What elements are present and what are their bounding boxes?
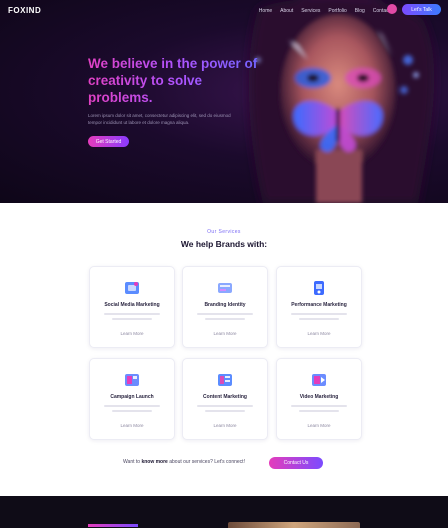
cta-text-before: Want to (123, 459, 141, 465)
service-card-link[interactable]: Learn More (90, 423, 174, 428)
performance-icon (314, 281, 324, 295)
service-card-desc-line (112, 318, 152, 320)
nav-item-home[interactable]: Home (259, 8, 272, 14)
contact-us-button[interactable]: Contact Us (269, 457, 323, 469)
service-card-desc-line (197, 405, 253, 407)
services-section: Our Services We help Brands with: Social… (0, 203, 448, 496)
service-card-desc-line (299, 410, 339, 412)
services-eyebrow: Our Services (207, 229, 241, 235)
service-card-desc-line (104, 405, 160, 407)
nav-item-blog[interactable]: Blog (355, 8, 365, 14)
service-card-desc-line (104, 313, 160, 315)
hero-subtitle: Lorem ipsum dolor sit amet, consectetur … (88, 113, 231, 125)
cta-text-after: about our services? Let's connect! (169, 459, 245, 465)
service-card-desc-line (205, 410, 245, 412)
content-icon (218, 374, 232, 386)
service-card-title: Content Marketing (203, 394, 247, 400)
service-card-desc-line (299, 318, 339, 320)
service-card-link[interactable]: Learn More (183, 331, 267, 336)
service-card-campaign[interactable]: Campaign Launch Learn More (89, 358, 175, 440)
cta-text-bold: know more (141, 459, 168, 465)
service-card-desc-line (205, 318, 245, 320)
service-card-desc-line (291, 313, 347, 315)
service-card-link[interactable]: Learn More (277, 423, 361, 428)
campaign-icon (125, 374, 139, 386)
service-card-title: Performance Marketing (291, 302, 347, 308)
nav-item-about[interactable]: About (280, 8, 293, 14)
main-nav: Home About Services Portfolio Blog Conta… (259, 8, 390, 14)
nav-item-portfolio[interactable]: Portfolio (328, 8, 346, 14)
service-card-link[interactable]: Learn More (90, 331, 174, 336)
header-cta-button[interactable]: Let's Talk (402, 4, 441, 15)
user-avatar-icon[interactable] (387, 4, 397, 14)
service-card-desc-line (291, 405, 347, 407)
service-card-title: Video Marketing (299, 394, 339, 400)
branding-icon (218, 283, 232, 293)
service-card-social[interactable]: Social Media Marketing Learn More (89, 266, 175, 348)
service-card-desc-line (112, 410, 152, 412)
service-card-link[interactable]: Learn More (183, 423, 267, 428)
service-card-video[interactable]: Video Marketing Learn More (276, 358, 362, 440)
service-card-desc-line (197, 313, 253, 315)
brand-logo[interactable]: FOXIND (8, 6, 41, 15)
video-icon (312, 374, 326, 386)
section-preview-image (228, 522, 360, 528)
service-card-title: Social Media Marketing (104, 302, 160, 308)
social-icon (125, 282, 139, 294)
service-card-link[interactable]: Learn More (277, 331, 361, 336)
nav-item-services[interactable]: Services (301, 8, 320, 14)
section-accent-bar (88, 524, 138, 527)
next-section-band (0, 496, 448, 528)
services-title: We help Brands with: (180, 239, 268, 249)
service-card-title: Branding Identity (204, 302, 246, 308)
service-card-title: Campaign Launch (110, 394, 154, 400)
service-card-content[interactable]: Content Marketing Learn More (182, 358, 268, 440)
hero-section: FOXIND Home About Services Portfolio Blo… (0, 0, 448, 203)
hero-cta-button[interactable]: Get Started (88, 136, 129, 147)
services-cta-row: Want to know more about our services? Le… (0, 457, 448, 469)
hero-title: We believe in the power of creativity to… (88, 55, 263, 106)
service-card-performance[interactable]: Performance Marketing Learn More (276, 266, 362, 348)
services-cta-text: Want to know more about our services? Le… (123, 459, 245, 465)
service-card-branding[interactable]: Branding Identity Learn More (182, 266, 268, 348)
